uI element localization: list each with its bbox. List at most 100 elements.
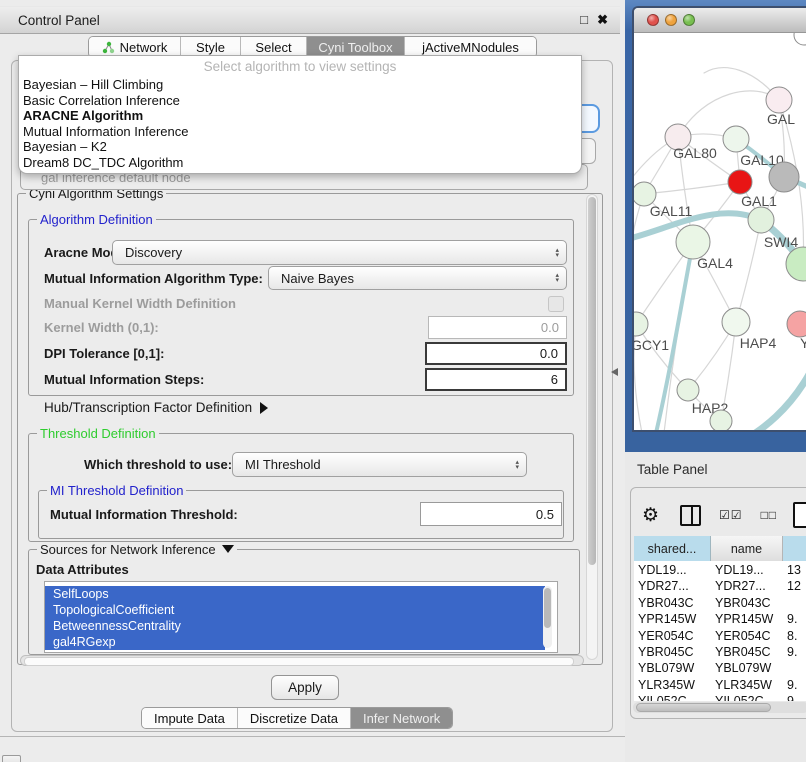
spinner-arrows-icon: ▴▾ xyxy=(515,460,519,470)
attributes-scrollbar[interactable] xyxy=(543,586,552,648)
table-cell: 12 xyxy=(787,578,806,594)
new-table-icon[interactable] xyxy=(793,502,806,528)
dropdown-item[interactable]: Mutual Information Inference xyxy=(21,124,579,140)
network-edge xyxy=(644,182,740,194)
tab-label: Cyni Toolbox xyxy=(318,40,392,55)
apply-button[interactable]: Apply xyxy=(271,675,339,700)
dpi-tolerance-field[interactable]: 0.0 xyxy=(425,342,567,365)
network-window-titlebar[interactable] xyxy=(634,8,806,33)
network-edge xyxy=(736,220,761,322)
mi-type-value: Naive Bayes xyxy=(281,271,354,286)
table-cell: YBL079W xyxy=(715,660,783,676)
settings-vertical-scrollbar[interactable] xyxy=(586,194,598,660)
control-panel-title: Control Panel xyxy=(18,13,100,28)
table-row[interactable]: YIL052CYIL052C9 xyxy=(634,693,806,701)
settings-horizontal-scrollbar[interactable] xyxy=(20,655,584,666)
mi-steps-field[interactable]: 6 xyxy=(425,368,567,391)
tab-label: jActiveMNodules xyxy=(422,40,519,55)
mac-minimize-button[interactable] xyxy=(665,14,677,26)
tab-impute-data[interactable]: Impute Data xyxy=(142,708,238,728)
tab-label: Select xyxy=(255,40,291,55)
tab-select[interactable]: Select xyxy=(241,37,307,57)
select-all-checkboxes-icon[interactable]: ☑☑ xyxy=(719,508,743,522)
table-row[interactable]: YDL19...YDL19...13 xyxy=(634,562,806,578)
scrollbar-thumb[interactable] xyxy=(24,657,574,666)
manual-kernel-checkbox[interactable] xyxy=(548,296,564,312)
mac-close-button[interactable] xyxy=(647,14,659,26)
scrollbar-thumb[interactable] xyxy=(544,588,551,628)
table-cell: YIL052C xyxy=(715,693,783,701)
column-header-a[interactable]: A xyxy=(783,536,806,561)
dropdown-item[interactable]: Basic Correlation Inference xyxy=(21,93,579,109)
table-cell: YPR145W xyxy=(638,611,710,627)
tab-network[interactable]: Network xyxy=(89,37,181,57)
corner-widget[interactable] xyxy=(2,755,21,762)
network-view-window: GALGAL80GAL10GAL1GAL11SWI4GAL4GCY1HAP4YH… xyxy=(632,6,806,432)
dropdown-item[interactable]: Bayesian – K2 xyxy=(21,139,579,155)
node-salmon[interactable] xyxy=(787,311,806,337)
hub-definition-label: Hub/Transcription Factor Definition xyxy=(44,400,252,415)
network-edge-strong xyxy=(724,361,806,430)
dropdown-item[interactable]: Bayesian – Hill Climbing xyxy=(21,77,579,93)
dropdown-item[interactable]: Dream8 DC_TDC Algorithm xyxy=(21,155,579,171)
attribute-item[interactable]: SelfLoops xyxy=(45,586,545,602)
split-view-icon[interactable] xyxy=(680,505,701,526)
tab-jactivemnodules[interactable]: jActiveMNodules xyxy=(405,37,536,57)
table-row[interactable]: YDR27...YDR27...12 xyxy=(634,578,806,594)
divider xyxy=(0,736,630,737)
table-row[interactable]: YPR145WYPR145W9. xyxy=(634,611,806,627)
node-hap2[interactable] xyxy=(677,379,699,401)
aracne-mode-combobox[interactable]: Discovery ▴▾ xyxy=(112,240,567,265)
close-icon[interactable]: ✖ xyxy=(597,12,608,28)
gear-icon[interactable]: ⚙ xyxy=(642,504,659,527)
node-gal4[interactable] xyxy=(676,225,710,259)
node-gal2-label: GAL xyxy=(767,111,795,127)
mi-steps-label: Mutual Information Steps: xyxy=(44,372,204,387)
node-gal11-label: GAL11 xyxy=(650,203,693,219)
table-row[interactable]: YBL079WYBL079W xyxy=(634,660,806,676)
attribute-item[interactable]: gal4RGexp xyxy=(45,634,545,650)
node-swi4[interactable] xyxy=(748,207,774,233)
table-row[interactable]: YBR043CYBR043C xyxy=(634,595,806,611)
tab-discretize-data[interactable]: Discretize Data xyxy=(238,708,351,728)
attribute-item[interactable]: BetweennessCentrality xyxy=(45,618,545,634)
node-gcy1[interactable] xyxy=(634,312,648,336)
table-row[interactable]: YER054CYER054C8. xyxy=(634,628,806,644)
mi-type-combobox[interactable]: Naive Bayes ▴▾ xyxy=(268,266,567,290)
table-cell: 9. xyxy=(787,611,806,627)
tab-cyni-toolbox[interactable]: Cyni Toolbox xyxy=(307,37,405,57)
node-bottom[interactable] xyxy=(710,410,732,430)
which-threshold-combobox[interactable]: MI Threshold ▴▾ xyxy=(232,452,527,477)
scrollbar-thumb[interactable] xyxy=(588,197,596,565)
float-window-icon[interactable]: □ xyxy=(580,12,588,27)
attribute-item[interactable]: TopologicalCoefficient xyxy=(45,602,545,618)
application-root: Control Panel □ ✖ NetworkStyle Select Cyni… xyxy=(0,0,806,762)
node-gal1[interactable] xyxy=(728,170,752,194)
node-top-right[interactable] xyxy=(794,33,806,45)
tab-infer-network[interactable]: Infer Network xyxy=(351,708,452,728)
node-gray[interactable] xyxy=(769,162,799,192)
node-gal4-label: GAL4 xyxy=(697,255,733,271)
hub-definition-expander[interactable]: Hub/Transcription Factor Definition xyxy=(44,400,268,415)
table-horizontal-scrollbar[interactable] xyxy=(633,702,806,713)
table-panel-title: Table Panel xyxy=(637,462,708,477)
node-gal2[interactable] xyxy=(766,87,792,113)
kernel-width-field[interactable]: 0.0 xyxy=(428,316,567,339)
mac-zoom-button[interactable] xyxy=(683,14,695,26)
table-row[interactable]: YBR045CYBR045C9. xyxy=(634,644,806,660)
node-hap4[interactable] xyxy=(722,308,750,336)
deselect-all-checkboxes-icon[interactable]: □□ xyxy=(761,508,778,522)
dropdown-item[interactable]: ARACNE Algorithm xyxy=(21,108,579,124)
network-canvas[interactable]: GALGAL80GAL10GAL1GAL11SWI4GAL4GCY1HAP4YH… xyxy=(634,33,806,430)
data-attributes-list[interactable]: SelfLoopsTopologicalCoefficientBetweenne… xyxy=(44,581,558,653)
sources-expander[interactable]: Sources for Network Inference xyxy=(37,542,237,557)
tab-style[interactable]: Style xyxy=(181,37,241,57)
mi-threshold-field[interactable]: 0.5 xyxy=(420,502,562,526)
node-gal10[interactable] xyxy=(723,126,749,152)
node-green-right[interactable] xyxy=(786,247,806,281)
table-cell: YER054C xyxy=(715,628,783,644)
column-header-name[interactable]: name xyxy=(711,536,783,561)
scrollbar-thumb[interactable] xyxy=(636,703,771,712)
table-row[interactable]: YLR345WYLR345W9. xyxy=(634,677,806,693)
column-header-shared[interactable]: shared... xyxy=(634,536,711,561)
